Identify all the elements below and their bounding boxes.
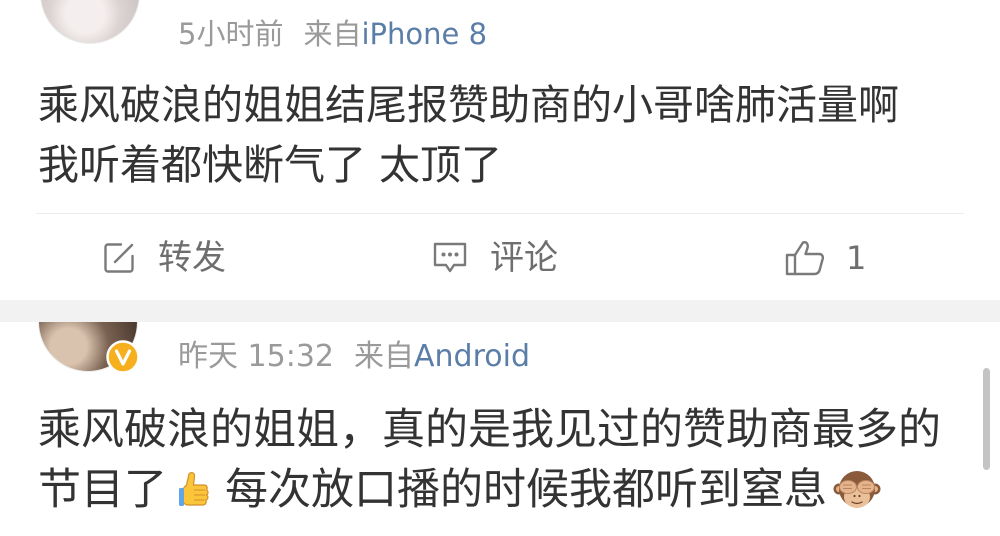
post-text-line: 节目了 每次放口播的时候我都听到窒息	[38, 460, 941, 520]
feed-post: 昨天 15:32 来自Android 乘风破浪的姐姐，真的是我见过的赞助商最多的 …	[0, 322, 1000, 536]
source-link[interactable]: iPhone 8	[361, 17, 487, 51]
like-button[interactable]: 1	[784, 236, 866, 280]
post-text-line: 乘风破浪的姐姐，真的是我见过的赞助商最多的	[38, 405, 941, 455]
post-time: 昨天 15:32	[178, 339, 334, 374]
post-text: 乘风破浪的姐姐结尾报赞助商的小哥啥肺活量啊 我听着都快断气了 太顶了	[38, 75, 899, 195]
text-segment: 节目了	[38, 465, 167, 515]
see-no-evil-monkey-icon	[833, 467, 881, 513]
scrollbar[interactable]	[983, 368, 990, 470]
post-meta: 昨天 15:32 来自Android	[178, 337, 530, 377]
text-segment: 每次放口播的时候我都听到窒息	[225, 465, 827, 515]
like-icon	[784, 239, 826, 277]
repost-button[interactable]: 转发	[102, 236, 226, 280]
divider	[36, 213, 964, 214]
feed-post: 5小时前 来自iPhone 8 乘风破浪的姐姐结尾报赞助商的小哥啥肺活量啊 我听着…	[0, 0, 1000, 300]
post-text-line: 乘风破浪的姐姐结尾报赞助商的小哥啥肺活量啊	[38, 81, 899, 129]
verified-badge-icon	[106, 340, 140, 374]
thumbs-up-icon	[177, 470, 211, 510]
source-prefix: 来自	[303, 17, 362, 51]
post-time: 5小时前	[178, 17, 284, 51]
avatar[interactable]	[40, 0, 140, 44]
comment-button[interactable]: 评论	[432, 236, 558, 280]
source-prefix: 来自	[354, 339, 414, 374]
post-text-line: 我听着都快断气了 太顶了	[38, 141, 503, 189]
post-text: 乘风破浪的姐姐，真的是我见过的赞助商最多的 节目了 每次放口播的时候我都听到窒息	[38, 400, 941, 520]
repost-label: 转发	[158, 238, 226, 278]
comment-icon	[432, 241, 468, 275]
source-link[interactable]: Android	[414, 339, 530, 374]
post-meta: 5小时前 来自iPhone 8	[178, 14, 487, 54]
repost-icon	[102, 241, 136, 275]
comment-label: 评论	[490, 238, 558, 278]
post-separator	[0, 300, 1000, 322]
like-count: 1	[846, 239, 867, 277]
